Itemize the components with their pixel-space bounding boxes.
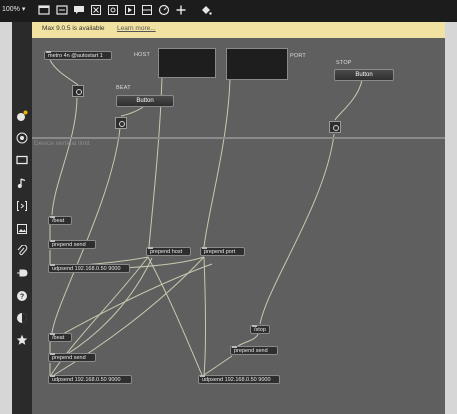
beat-button-toggle[interactable] — [115, 117, 127, 129]
beat-button[interactable]: Button — [116, 95, 174, 107]
patcher-icon[interactable] — [56, 4, 68, 16]
close-box-icon[interactable] — [90, 4, 102, 16]
udpsend-object[interactable]: udpsend 192.168.0.50 9000 — [48, 264, 130, 273]
max-patcher-window: 100% ▾ ? Max 9.0.5 is available Learn mo… — [0, 0, 457, 414]
prepend-send-object[interactable]: prepend send — [48, 353, 96, 362]
window-edge-right — [445, 22, 457, 414]
device-vertical-limit-label: Device vertical limit — [34, 140, 90, 147]
prepend-send-object[interactable]: prepend send — [48, 240, 96, 249]
window-edge-left — [0, 22, 12, 414]
udpsend-object[interactable]: udpsend 192.168.0.50 9000 — [198, 375, 280, 384]
star-icon[interactable] — [16, 334, 28, 346]
bracket-icon[interactable] — [16, 200, 28, 212]
port-textedit[interactable] — [226, 48, 288, 80]
plug-icon[interactable] — [16, 267, 28, 279]
zoom-level[interactable]: 100% ▾ — [2, 5, 25, 13]
prepend-send-object[interactable]: prepend send — [230, 346, 278, 355]
paperclip-icon[interactable] — [16, 245, 28, 257]
screen-icon[interactable] — [16, 154, 28, 166]
stop-label: STOP — [336, 60, 352, 66]
toolbar: 100% ▾ — [0, 0, 457, 22]
svg-text:?: ? — [20, 294, 24, 301]
add-icon[interactable] — [175, 4, 187, 16]
beat-toggle[interactable] — [72, 85, 84, 97]
presentation-mode-icon[interactable] — [38, 4, 50, 16]
host-textedit[interactable] — [158, 48, 216, 78]
port-label: PORT — [290, 53, 306, 59]
stop-button[interactable]: Button — [334, 69, 394, 81]
message-icon[interactable] — [124, 4, 136, 16]
beat-address-object[interactable]: /beat — [48, 333, 72, 342]
comment-icon[interactable] — [73, 4, 85, 16]
metro-object[interactable]: metro 4n @autostart 1 — [44, 51, 112, 60]
beat-address-object[interactable]: /beat — [48, 216, 72, 225]
patcher-canvas[interactable]: Max 9.0.5 is available Learn more... met… — [32, 22, 445, 414]
music-note-icon[interactable] — [16, 177, 28, 189]
host-label: HOST — [134, 52, 151, 58]
stop-address-object[interactable]: /stop — [250, 325, 270, 334]
inspector-icon[interactable] — [16, 110, 28, 122]
left-sidebar: ? — [12, 22, 32, 414]
image-icon[interactable] — [16, 223, 28, 235]
beat-label: BEAT — [116, 85, 131, 91]
device-vertical-limit-line — [32, 137, 445, 139]
stop-toggle[interactable] — [329, 121, 341, 133]
prepend-host-object[interactable]: prepend host — [146, 247, 191, 256]
help-icon[interactable]: ? — [16, 290, 28, 302]
panel-icon[interactable] — [141, 4, 153, 16]
prepend-port-object[interactable]: prepend port — [200, 247, 245, 256]
contrast-icon[interactable] — [16, 312, 28, 324]
udpsend-object[interactable]: udpsend 192.168.0.50 9000 — [48, 375, 132, 384]
dial-icon[interactable] — [158, 4, 170, 16]
paint-bucket-icon[interactable] — [200, 4, 212, 16]
object-icon[interactable] — [107, 4, 119, 16]
target-icon[interactable] — [16, 132, 28, 144]
